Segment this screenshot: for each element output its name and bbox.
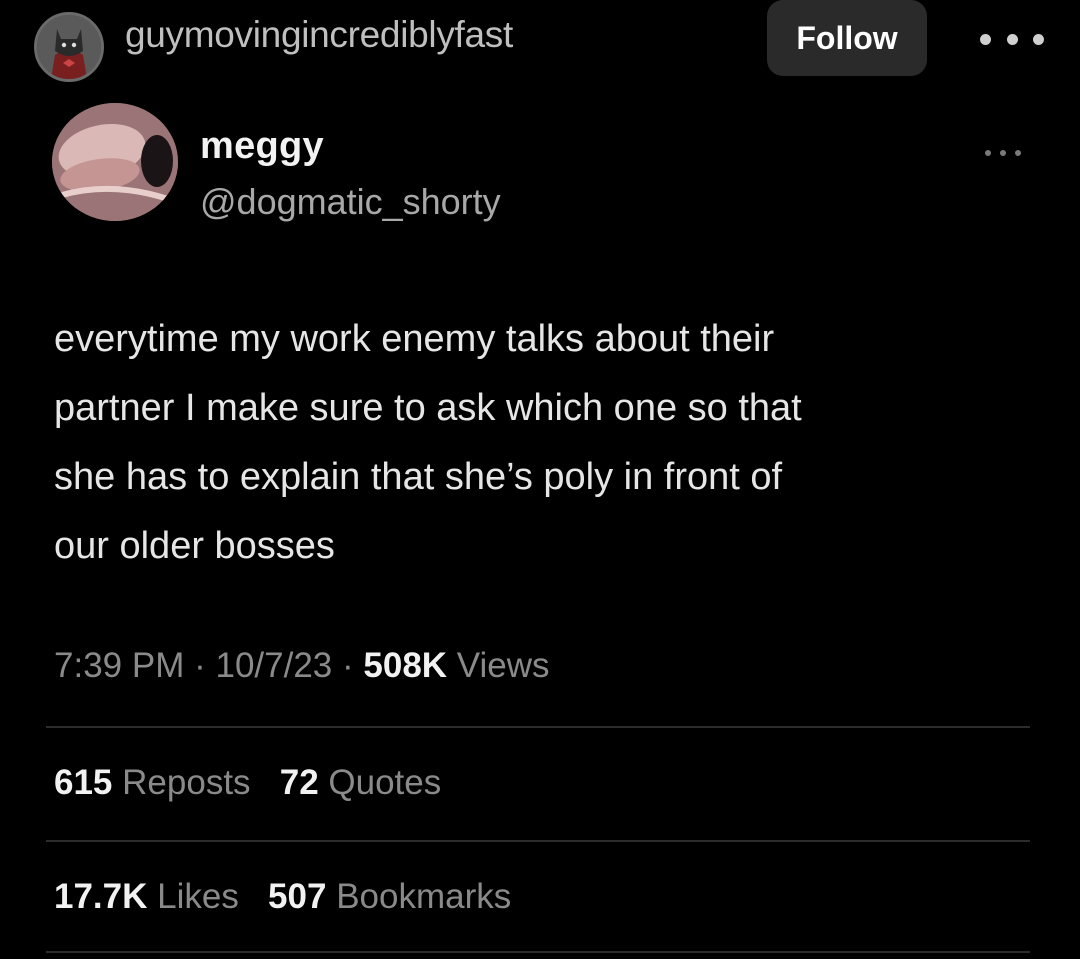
poster-avatar[interactable] <box>34 12 104 82</box>
divider <box>46 951 1030 953</box>
engagement-row-reposts: 615 Reposts 72 Quotes <box>54 763 441 803</box>
tweet-card: meggy @dogmatic_shorty everytime my work… <box>0 95 1080 959</box>
tweet-meta: 7:39 PM · 10/7/23 · 508K Views <box>54 646 550 686</box>
dot <box>1033 33 1044 45</box>
likes-stat[interactable]: 17.7K Likes <box>54 877 249 916</box>
tweet-text: everytime my work enemy talks about thei… <box>54 318 802 567</box>
display-name[interactable]: meggy <box>200 125 324 168</box>
bookmarks-count: 507 <box>268 877 327 916</box>
bookmarks-stat[interactable]: 507 Bookmarks <box>268 877 511 916</box>
likes-count: 17.7K <box>54 877 148 916</box>
engagement-row-likes: 17.7K Likes 507 Bookmarks <box>54 877 511 917</box>
follow-button[interactable]: Follow <box>767 0 927 76</box>
separator: · <box>342 646 354 685</box>
user-handle[interactable]: @dogmatic_shorty <box>200 181 501 223</box>
dot <box>980 33 991 45</box>
avatar-photo-icon <box>52 103 178 221</box>
dot <box>985 150 991 156</box>
post-header: guymovingincrediblyfast Follow <box>0 0 1080 82</box>
quotes-stat[interactable]: 72 Quotes <box>280 763 442 802</box>
dot <box>1006 33 1018 45</box>
quotes-count: 72 <box>279 763 319 802</box>
dot <box>1000 150 1006 156</box>
tweet-more-icon[interactable] <box>985 147 1021 159</box>
separator: · <box>194 646 206 685</box>
more-options-icon[interactable] <box>980 24 1044 54</box>
bookmarks-label: Bookmarks <box>336 877 512 916</box>
views-count: 508K <box>363 646 448 685</box>
likes-label: Likes <box>157 877 239 916</box>
tweet-time: 7:39 PM <box>54 646 185 685</box>
divider <box>46 726 1030 728</box>
dot <box>1015 150 1021 156</box>
reposts-stat[interactable]: 615 Reposts <box>54 763 260 802</box>
tweet-date: 10/7/23 <box>215 646 333 685</box>
masked-hero-avatar-icon <box>37 15 101 79</box>
views-label: Views <box>456 646 550 685</box>
poster-username[interactable]: guymovingincrediblyfast <box>125 14 513 56</box>
tweet-author-avatar[interactable] <box>52 103 178 221</box>
quotes-label: Quotes <box>328 763 442 802</box>
reposts-label: Reposts <box>122 763 251 802</box>
divider <box>46 840 1030 842</box>
reposts-count: 615 <box>54 763 113 802</box>
